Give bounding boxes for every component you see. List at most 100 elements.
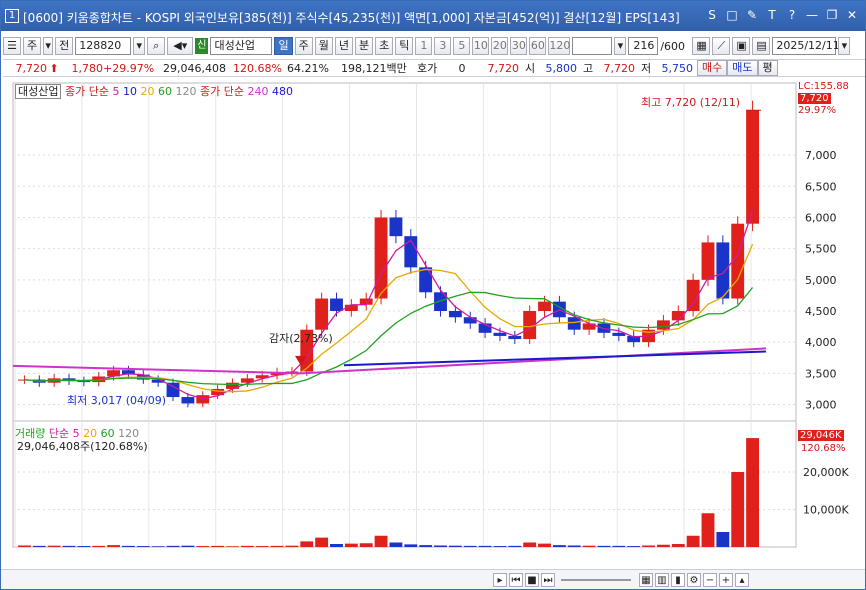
volume-bar <box>671 544 685 547</box>
title-bar: 1 [0600] 키움종합차트 - KOSPI 외국인보유[385(천)] 주식… <box>1 1 865 31</box>
buy-button[interactable]: 매수 <box>697 60 728 76</box>
volume-bar <box>627 546 641 547</box>
interval-20[interactable]: 20 <box>491 37 509 55</box>
volume-bar <box>47 545 61 547</box>
menu-icon[interactable]: ☰ <box>3 37 21 55</box>
interval-dropdown-icon[interactable]: ▾ <box>614 37 627 55</box>
price-tick-label: 3,500 <box>805 367 837 380</box>
period-year[interactable]: 년 <box>334 37 353 55</box>
interval-3[interactable]: 3 <box>434 37 452 55</box>
expand-icon[interactable]: ▴ <box>735 572 749 587</box>
change-percent: +29.97% <box>103 61 155 75</box>
scroll-end-icon[interactable]: ⏭ <box>541 572 555 587</box>
volume-bar <box>18 545 31 547</box>
interval-120[interactable]: 120 <box>548 37 571 55</box>
bar-chart-icon[interactable]: ▮ <box>671 572 685 587</box>
current-price: 7,720 <box>15 61 48 75</box>
candle-body <box>374 217 388 299</box>
help-icon[interactable]: ? <box>785 8 799 22</box>
layout-icon[interactable]: □ <box>725 8 739 22</box>
volume-bar <box>32 545 46 547</box>
volume-bar <box>151 546 165 547</box>
text-icon[interactable]: T <box>765 8 779 22</box>
prev-button[interactable]: 전 <box>55 37 74 55</box>
candle-body <box>448 311 462 318</box>
minimize-button[interactable]: — <box>805 8 819 22</box>
interval-custom-input[interactable] <box>572 37 613 55</box>
bottom-scroll-bar: ▸ ⏮ ■ ⏭ ▦ ▥ ▮ ⚙ − + ▴ <box>1 569 865 589</box>
volume-bar <box>226 546 239 547</box>
volume-bar <box>62 545 76 547</box>
chart-area[interactable]: 7,000 6,500 6,000 5,500 5,000 4,500 4,000 3,500… <box>1 79 865 566</box>
line-tool-icon[interactable]: ⟋ <box>712 37 731 55</box>
volume-value: 29,046,408 <box>163 61 226 75</box>
code-dropdown-icon[interactable]: ▾ <box>133 37 146 55</box>
ma240-line <box>300 347 767 375</box>
interval-30[interactable]: 30 <box>510 37 528 55</box>
volume-value-label: 29,046,408주(120.68%) <box>17 440 148 453</box>
interval-5[interactable]: 5 <box>453 37 471 55</box>
price-tick-label: 6,000 <box>805 211 837 224</box>
close-button[interactable]: ✕ <box>845 8 859 22</box>
volume-bar <box>285 545 299 547</box>
settings-icon[interactable]: ⚙ <box>687 572 701 587</box>
zoom-in-icon[interactable]: + <box>719 572 733 587</box>
zoom-slider[interactable] <box>561 578 631 581</box>
interval-1[interactable]: 1 <box>415 37 433 55</box>
volume-bar <box>597 545 611 547</box>
volume-bar <box>300 541 314 547</box>
price-tag: 7,720 <box>798 93 831 104</box>
chevron-down-icon[interactable]: ▾ <box>43 37 54 55</box>
restore-button[interactable]: ❐ <box>825 8 839 22</box>
save-icon[interactable]: ▣ <box>732 37 751 55</box>
settings-icon[interactable]: S <box>705 8 719 22</box>
stop-icon[interactable]: ■ <box>525 572 539 587</box>
sound-icon[interactable]: ◀▾ <box>167 37 194 55</box>
search-icon[interactable]: ⌕ <box>147 37 166 55</box>
volume-bar <box>77 546 91 547</box>
volume-bar <box>746 438 759 547</box>
grid-icon[interactable]: ▦ <box>692 37 711 55</box>
scroll-first-icon[interactable]: ▸ <box>493 572 507 587</box>
bar-count-input[interactable]: 216 <box>628 37 659 55</box>
lc-tag: LC:155.88 <box>798 81 849 92</box>
volume-bar <box>582 545 596 547</box>
period-second[interactable]: 초 <box>375 37 394 55</box>
volume-bar <box>538 543 551 547</box>
grid-toggle-icon[interactable]: ▦ <box>639 572 653 587</box>
scroll-start-icon[interactable]: ⏮ <box>509 572 523 587</box>
interval-10[interactable]: 10 <box>472 37 490 55</box>
legend-ma20: 20 <box>140 85 155 98</box>
candle-body <box>181 397 195 404</box>
candle-body <box>226 382 239 389</box>
date-dropdown-icon[interactable]: ▾ <box>838 37 851 55</box>
stock-code-input[interactable]: 128820 <box>75 37 132 55</box>
edit-icon[interactable]: ✎ <box>745 8 759 22</box>
high-annotation: 최고 7,720 (12/11) <box>641 96 741 109</box>
legend-ma240: 240 <box>247 85 269 98</box>
period-week[interactable]: 주 <box>294 37 313 55</box>
period-tick[interactable]: 틱 <box>395 37 414 55</box>
bar-count-total: /600 <box>660 39 686 53</box>
period-mode-select[interactable]: 주 <box>23 37 42 55</box>
hoga-value: 0 <box>458 61 466 75</box>
sell-button[interactable]: 매도 <box>727 60 758 76</box>
open-label: 시 <box>525 62 536 75</box>
period-minute[interactable]: 분 <box>354 37 374 55</box>
chart-type-icon[interactable]: ▥ <box>655 572 669 587</box>
candle-body <box>419 267 433 293</box>
eval-button[interactable]: 평 <box>757 60 778 76</box>
interval-60[interactable]: 60 <box>529 37 547 55</box>
date-input[interactable]: 2025/12/11 <box>772 37 840 55</box>
quote-row: 7,720 ⬆ 1,780 +29.97% 29,046,408 120.68%… <box>3 59 865 77</box>
period-month[interactable]: 월 <box>314 37 333 55</box>
hoga-label: 호가 <box>417 62 438 75</box>
volume-tick-label: 20,000K <box>803 466 849 479</box>
volume-bar <box>389 542 403 547</box>
candle-body <box>746 110 759 224</box>
period-day[interactable]: 일 <box>274 37 293 55</box>
price-volume-chart[interactable]: 7,000 6,500 6,000 5,500 5,000 4,500 4,000 3,500… <box>1 79 865 566</box>
legend-ma10: 10 <box>122 85 137 98</box>
calendar-icon[interactable]: ▤ <box>752 37 771 55</box>
zoom-out-icon[interactable]: − <box>703 572 717 587</box>
